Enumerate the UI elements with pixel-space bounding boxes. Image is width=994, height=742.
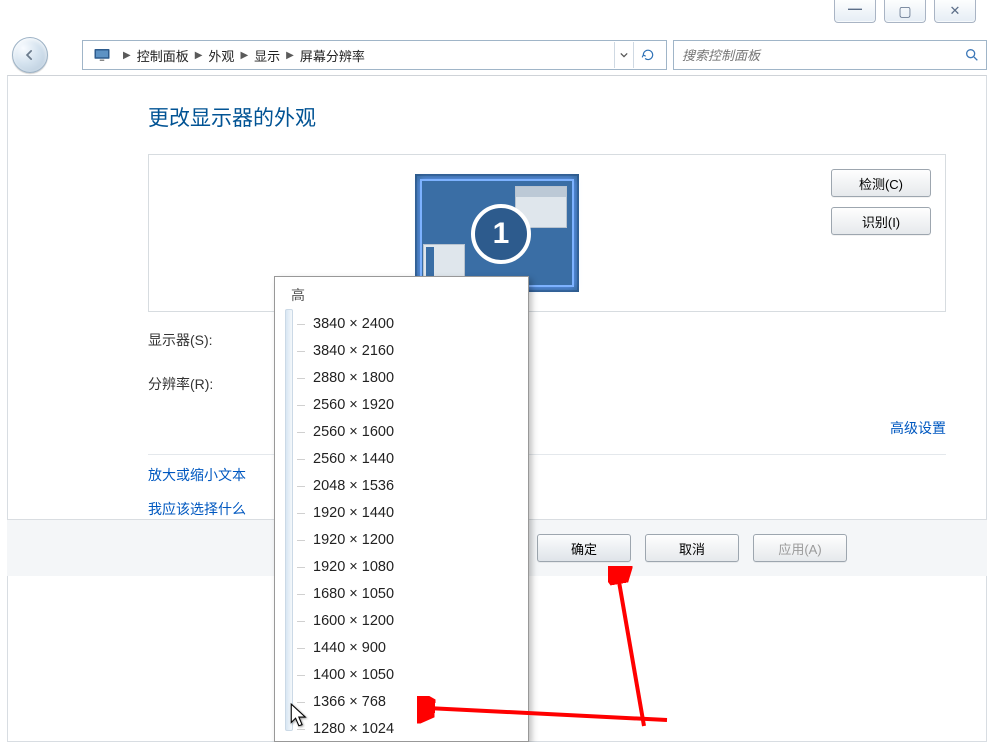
search-box[interactable] <box>673 40 987 70</box>
resolution-option[interactable]: 2048 × 1536 <box>313 473 518 500</box>
arrow-left-icon <box>23 48 37 62</box>
address-bar[interactable]: ▶ 控制面板 ▶ 外观 ▶ 显示 ▶ 屏幕分辨率 <box>82 40 667 70</box>
minimize-button[interactable]: — <box>834 0 876 23</box>
breadcrumb-item[interactable]: 显示 <box>254 46 280 65</box>
chevron-right-icon: ▶ <box>123 50 131 61</box>
close-icon: ✕ <box>950 3 961 19</box>
resolution-option[interactable]: 1920 × 1440 <box>313 500 518 527</box>
monitor-number-badge: 1 <box>471 204 531 264</box>
window-caption-buttons: — ▢ ✕ <box>834 0 976 23</box>
refresh-button[interactable] <box>633 42 662 68</box>
resolution-option[interactable]: 2560 × 1920 <box>313 392 518 419</box>
page-title: 更改显示器的外观 <box>148 102 946 132</box>
arrow-right-icon <box>54 49 66 61</box>
chevron-down-icon <box>620 51 628 59</box>
resolution-option[interactable]: 2560 × 1440 <box>313 446 518 473</box>
resolution-option[interactable]: 2880 × 1800 <box>313 365 518 392</box>
nav-forward-button[interactable] <box>44 40 75 71</box>
monitor-icon <box>93 46 111 64</box>
search-icon <box>964 47 980 63</box>
address-dropdown-button[interactable] <box>614 42 633 68</box>
maximize-icon: ▢ <box>898 3 911 20</box>
detect-button[interactable]: 检测(C) <box>831 169 931 197</box>
breadcrumb-item[interactable]: 控制面板 <box>137 46 189 65</box>
identify-button[interactable]: 识别(I) <box>831 207 931 235</box>
resolution-option[interactable]: 1920 × 1080 <box>313 554 518 581</box>
which-setting-link[interactable]: 我应该选择什么 <box>148 499 946 519</box>
minimize-icon: — <box>848 0 862 16</box>
display-label: 显示器(S): <box>148 330 268 350</box>
resolution-option[interactable]: 1600 × 1200 <box>313 608 518 635</box>
monitor-thumbnail[interactable]: 1 <box>415 174 579 292</box>
text-size-link[interactable]: 放大或缩小文本 <box>148 465 946 485</box>
resolution-option[interactable]: 1440 × 900 <box>313 635 518 662</box>
resolution-option[interactable]: 1920 × 1200 <box>313 527 518 554</box>
dropdown-high-label: 高 <box>289 283 518 311</box>
resolution-option[interactable]: 3840 × 2160 <box>313 338 518 365</box>
ok-button[interactable]: 确定 <box>537 534 631 562</box>
chevron-right-icon: ▶ <box>195 50 203 61</box>
resolution-slider-track[interactable] <box>285 309 293 731</box>
chevron-right-icon: ▶ <box>286 50 294 61</box>
resolution-options-list: 3840 × 2400 3840 × 2160 2880 × 1800 2560… <box>289 311 518 742</box>
separator <box>148 454 946 455</box>
search-input[interactable] <box>680 47 964 64</box>
cancel-button[interactable]: 取消 <box>645 534 739 562</box>
apply-button: 应用(A) <box>753 534 847 562</box>
advanced-settings-link[interactable]: 高级设置 <box>890 420 946 436</box>
close-button[interactable]: ✕ <box>934 0 976 23</box>
refresh-icon <box>641 48 655 62</box>
resolution-dropdown-popup: 高 3840 × 2400 3840 × 2160 2880 × 1800 25… <box>274 276 529 742</box>
resolution-option[interactable]: 3840 × 2400 <box>313 311 518 338</box>
address-bar-tools <box>614 42 662 68</box>
annotation-arrow <box>608 566 678 736</box>
resolution-label: 分辨率(R): <box>148 374 268 394</box>
monitor-preview-pane: 1 检测(C) 识别(I) <box>148 154 946 312</box>
resolution-option[interactable]: 2560 × 1600 <box>313 419 518 446</box>
breadcrumb: ▶ 控制面板 ▶ 外观 ▶ 显示 ▶ 屏幕分辨率 <box>117 46 365 65</box>
nav-back-button[interactable] <box>12 37 48 73</box>
cursor-icon <box>290 703 312 734</box>
nav-buttons <box>7 38 82 72</box>
toolbar: ▶ 控制面板 ▶ 外观 ▶ 显示 ▶ 屏幕分辨率 <box>7 38 987 72</box>
breadcrumb-item[interactable]: 外观 <box>208 46 234 65</box>
maximize-button[interactable]: ▢ <box>884 0 926 23</box>
resolution-option[interactable]: 1400 × 1050 <box>313 662 518 689</box>
chevron-right-icon: ▶ <box>240 50 248 61</box>
resolution-option[interactable]: 1680 × 1050 <box>313 581 518 608</box>
breadcrumb-item[interactable]: 屏幕分辨率 <box>300 46 365 65</box>
